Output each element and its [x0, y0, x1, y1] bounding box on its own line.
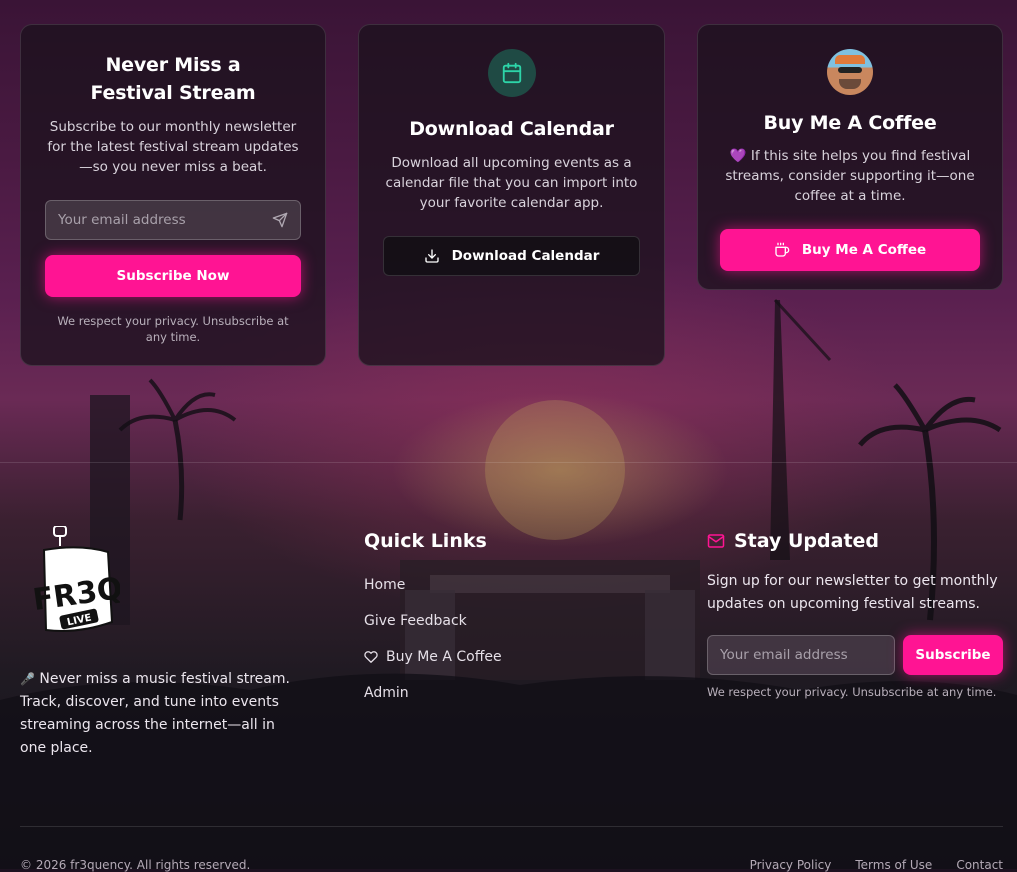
- heart-icon: [364, 651, 378, 663]
- stay-updated-description: Sign up for our newsletter to get monthl…: [707, 573, 998, 612]
- calendar-title: Download Calendar: [409, 118, 614, 140]
- footer-bottom-divider: [20, 826, 1003, 827]
- newsletter-title: Never Miss a Festival Stream: [90, 54, 256, 104]
- legal-links: Privacy Policy Terms of Use Contact: [750, 858, 1003, 872]
- calendar-description: Download all upcoming events as a calend…: [385, 155, 638, 211]
- download-icon: [424, 249, 439, 263]
- subscribe-now-label: Subscribe Now: [116, 268, 230, 284]
- footer-email-input[interactable]: Your email address: [707, 635, 895, 675]
- newsletter-privacy-note: We respect your privacy. Unsubscribe at …: [57, 314, 289, 344]
- footer-subscribe-button[interactable]: Subscribe: [903, 635, 1003, 675]
- buy-me-coffee-label: Buy Me A Coffee: [801, 242, 927, 258]
- subscribe-now-button[interactable]: Subscribe Now: [45, 255, 301, 297]
- footer-privacy-note: We respect your privacy. Unsubscribe at …: [707, 685, 997, 699]
- microphone-emoji: 🎤: [20, 672, 35, 686]
- footer-link-home[interactable]: Home: [364, 575, 614, 611]
- coffee-cup-icon: [775, 242, 790, 257]
- newsletter-card: Never Miss a Festival Stream Subscribe t…: [20, 24, 326, 366]
- terms-of-use-link[interactable]: Terms of Use: [855, 858, 932, 872]
- download-calendar-label: Download Calendar: [451, 248, 600, 264]
- footer-about: FR3Q LIVE 🎤 Never miss a music festival …: [20, 525, 310, 760]
- coffee-card: Buy Me A Coffee 💜 If this site helps you…: [697, 24, 1003, 290]
- coffee-description: 💜 If this site helps you find festival s…: [720, 146, 980, 206]
- download-calendar-button[interactable]: Download Calendar: [383, 236, 640, 276]
- calendar-card: Download Calendar Download all upcoming …: [358, 24, 665, 366]
- footer-about-text: 🎤 Never miss a music festival stream. Tr…: [20, 671, 290, 756]
- calendar-icon: [502, 62, 521, 84]
- mail-icon: [707, 534, 725, 548]
- newsletter-email-placeholder: Your email address: [58, 212, 186, 228]
- coffee-description-text: If this site helps you find festival str…: [725, 148, 975, 204]
- newsletter-description: Subscribe to our monthly newsletter for …: [47, 119, 299, 175]
- fr3q-live-logo: FR3Q LIVE: [31, 525, 125, 632]
- quick-links-title: Quick Links: [364, 530, 487, 552]
- contact-link[interactable]: Contact: [956, 858, 1003, 872]
- footer-link-admin[interactable]: Admin: [364, 683, 614, 719]
- buy-me-coffee-button[interactable]: Buy Me A Coffee: [720, 229, 980, 271]
- avatar: [827, 49, 873, 95]
- calendar-icon-circle: [487, 49, 536, 97]
- footer-top-divider: [0, 462, 1017, 463]
- send-icon[interactable]: [272, 212, 288, 228]
- footer-quick-links: Quick Links Home Give Feedback Buy Me A …: [364, 528, 614, 719]
- footer-stay-updated: Stay Updated Sign up for our newsletter …: [707, 528, 1007, 700]
- newsletter-email-input[interactable]: Your email address: [45, 200, 301, 240]
- purple-heart-emoji: 💜: [729, 148, 747, 164]
- stay-updated-heading: Stay Updated: [707, 528, 1007, 554]
- footer-link-buy-me-coffee[interactable]: Buy Me A Coffee: [364, 647, 614, 683]
- stay-updated-title: Stay Updated: [734, 530, 880, 552]
- footer-link-give-feedback[interactable]: Give Feedback: [364, 611, 614, 647]
- copyright-text: © 2026 fr3quency. All rights reserved.: [20, 858, 251, 872]
- privacy-policy-link[interactable]: Privacy Policy: [750, 858, 832, 872]
- coffee-title: Buy Me A Coffee: [763, 112, 937, 134]
